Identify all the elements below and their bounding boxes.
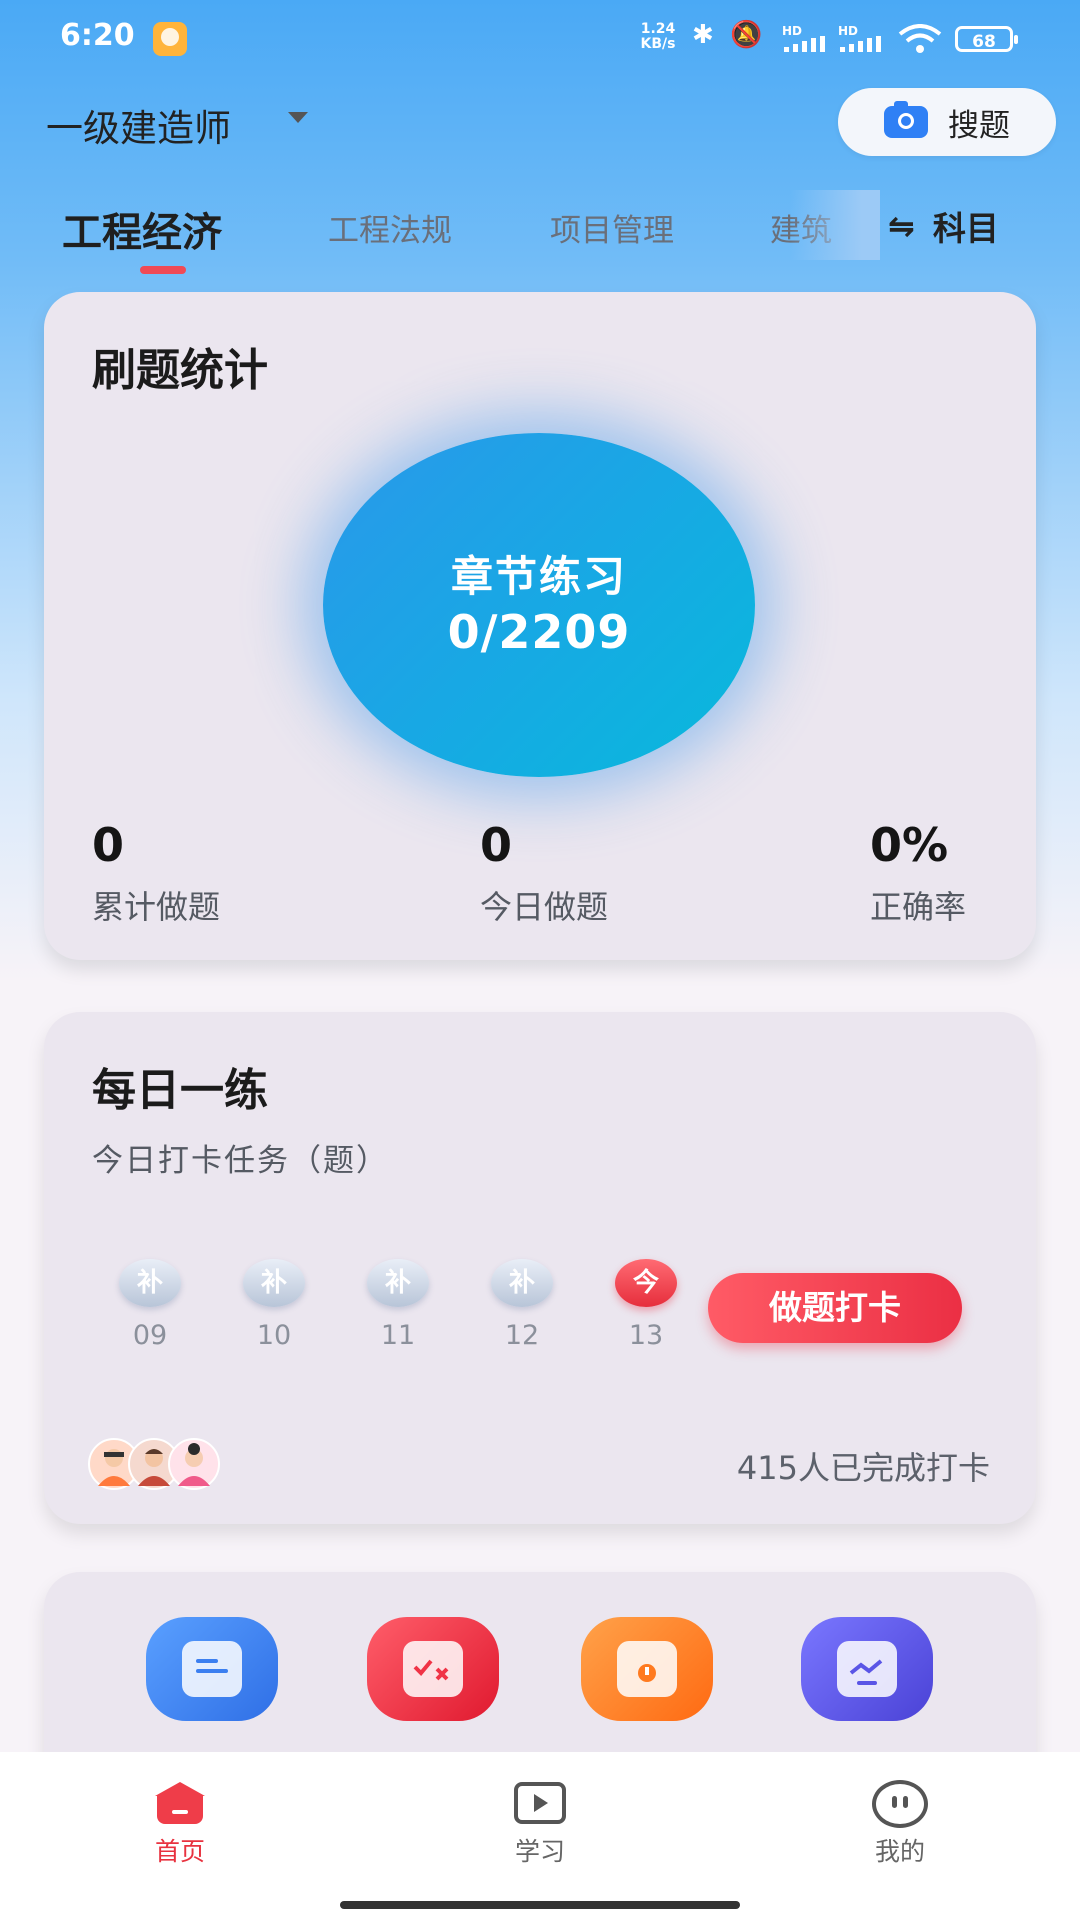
accuracy-label: 正确率 [870,888,967,926]
nav-profile-label: 我的 [874,1837,925,1866]
camera-icon [884,101,928,138]
chapter-practice-label: 章节练习 [450,552,627,601]
nav-study-label: 学习 [514,1837,565,1866]
subject-switch-label: 科目 [932,209,999,248]
day-label-10: 10 [256,1320,292,1351]
gesture-bar[interactable] [340,1901,740,1909]
app-notification-icon [153,22,187,56]
chapter-practice-circle[interactable]: 章节练习 0/2209 [323,433,755,777]
chevron-down-icon[interactable] [288,112,308,123]
day-label-13: 13 [628,1320,664,1351]
day-label-12: 12 [504,1320,540,1351]
accuracy-value: 0% [870,818,949,872]
network-speed-value: 1.24 [640,21,676,37]
report-chart-icon[interactable] [801,1617,933,1721]
participant-avatars [88,1438,224,1490]
chapter-practice-progress: 0/2209 [447,605,631,659]
wifi-icon [897,24,943,54]
notes-icon[interactable] [146,1617,278,1721]
today-questions-value: 0 [480,818,513,872]
total-questions-value: 0 [92,818,125,872]
checkin-button[interactable]: 做题打卡 [708,1273,962,1343]
exam-selector[interactable]: 一级建造师 [46,98,231,152]
tab-fade [790,190,880,260]
nav-home-label: 首页 [154,1837,205,1866]
total-questions-label: 累计做题 [92,888,221,926]
stats-card-title: 刷题统计 [92,345,268,396]
profile-icon [872,1780,928,1828]
bluetooth-icon: ✱ [692,20,714,50]
tab-project-management[interactable]: 项目管理 [550,205,674,250]
completed-count: 415人已完成打卡 [736,1449,990,1487]
tab-engineering-economics[interactable]: 工程经济 [62,200,222,258]
day-label-11: 11 [380,1320,416,1351]
study-icon [514,1782,566,1824]
avatar [168,1438,220,1490]
today-questions-label: 今日做题 [480,888,609,926]
makeup-badge-09[interactable]: 补 [119,1259,181,1307]
signal-icon-1 [784,36,828,52]
favorites-folder-icon[interactable] [581,1617,713,1721]
search-question-button[interactable]: 搜题 [838,88,1056,156]
makeup-badge-11[interactable]: 补 [367,1259,429,1307]
mute-icon: 🔕 [730,20,763,50]
status-time: 6:20 [60,18,135,53]
battery-indicator: 68 [955,26,1018,52]
swap-icon: ⇋ [888,207,915,245]
makeup-badge-12[interactable]: 补 [491,1259,553,1307]
signal-icon-2 [840,36,884,52]
tab-engineering-regulations[interactable]: 工程法规 [328,205,452,250]
network-speed: 1.24 KB/s [634,22,682,52]
makeup-badge-10[interactable]: 补 [243,1259,305,1307]
network-speed-unit: KB/s [640,36,676,52]
today-badge-13[interactable]: 今 [615,1259,677,1307]
day-label-09: 09 [132,1320,168,1351]
wrong-questions-icon[interactable] [367,1617,499,1721]
active-tab-indicator [140,266,186,274]
daily-task-subtitle: 今日打卡任务（题） [92,1143,389,1179]
home-icon [155,1782,205,1826]
subject-switch-button[interactable]: ⇋ 科目 [888,202,999,250]
daily-practice-title: 每日一练 [92,1065,268,1116]
search-question-label: 搜题 [948,107,1010,144]
